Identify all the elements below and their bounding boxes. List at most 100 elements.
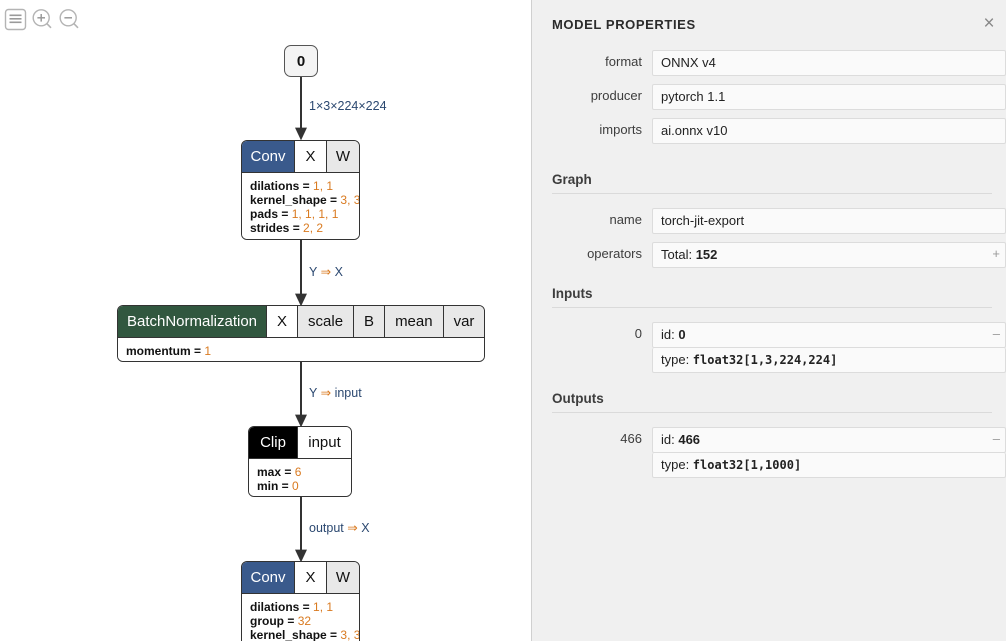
property-value-wrap: torch-jit-export [652,208,1006,234]
edge-arrow-icon: ⇒ [320,265,332,279]
node-input-mean[interactable]: mean [384,306,443,337]
output-id: 466 [678,432,701,447]
property-value[interactable]: pytorch 1.1 [652,84,1006,110]
zoom-out-icon[interactable] [58,8,81,31]
node-type-batchnormalization[interactable]: BatchNormalization [118,306,266,337]
node-input-x[interactable]: X [266,306,298,337]
collapse-icon[interactable]: – [993,326,1000,342]
property-value-wrap: pytorch 1.1 [652,84,1006,110]
node-input-b[interactable]: B [353,306,385,337]
graph-node-batchnormalization[interactable]: BatchNormalization X scale B mean var mo… [117,305,485,362]
edge-from: Y [309,265,318,279]
property-row-format: format ONNX v4 [532,50,1006,76]
node-type-conv[interactable]: Conv [242,141,294,172]
attr-key: dilations [250,179,300,193]
node-attribute-row: kernel_shape = 3, 3 [250,193,360,207]
attr-value: 1 [204,344,212,358]
node-header: Clip input [249,427,351,459]
property-value[interactable]: torch-jit-export [652,208,1006,234]
output-value-wrap: id: 466 – type: float32[1,1000] [652,427,1006,478]
attr-value: 1, 1 [313,600,334,614]
operators-total: 152 [695,247,718,262]
attr-key: max [257,465,282,479]
property-value-wrap: ai.onnx v10 [652,118,1006,144]
input-index: 0 [634,326,642,341]
graph-node-clip[interactable]: Clip input max = 6 min = 0 [248,426,352,497]
edge-arrow-icon: ⇒ [347,521,358,535]
graph-node-input-label: 0 [296,52,306,70]
property-label: producer [590,88,642,103]
operators-prefix: Total: [661,247,696,262]
attr-key: kernel_shape [250,193,327,207]
attr-key: group [250,614,284,628]
property-row-imports: imports ai.onnx v10 [532,118,1006,144]
attr-value: 3, 3 [340,628,360,641]
output-type-value[interactable]: type: float32[1,1000] [652,453,1006,478]
node-input-w[interactable]: W [326,562,359,593]
property-row-operators: operators Total: 152 + [532,242,1006,268]
expand-icon[interactable]: + [992,246,1000,262]
node-type-conv[interactable]: Conv [242,562,294,593]
attr-key: min [257,479,279,493]
input-id-value[interactable]: id: 0 – [652,322,1006,348]
property-value[interactable]: Total: 152 + [652,242,1006,268]
node-input-x[interactable]: X [294,141,326,172]
attr-key: momentum [126,344,191,358]
graph-properties-group: name torch-jit-export operators Total: 1… [532,208,1006,268]
node-attribute-row: momentum = 1 [126,344,212,358]
sidebar-header: MODEL PROPERTIES × [532,0,1006,50]
node-type-clip[interactable]: Clip [249,427,297,458]
menu-icon[interactable] [4,8,27,31]
property-label: imports [599,122,642,137]
node-input-var[interactable]: var [442,306,484,337]
node-input-w[interactable]: W [326,141,359,172]
output-id-value[interactable]: id: 466 – [652,427,1006,453]
output-row-0: 466 id: 466 – type: float32[1,1000] [532,427,1006,478]
attr-key: pads [250,207,279,221]
model-properties-group: format ONNX v4 producer pytorch 1.1 impo… [532,50,1006,144]
attr-key: dilations [250,600,300,614]
graph-canvas[interactable]: 0 1×3×224×224 Conv X W dilations = 1, 1 … [0,0,531,641]
graph-node-conv-1[interactable]: Conv X W dilations = 1, 1 kernel_shape =… [241,140,360,240]
edge-to: input [334,386,362,400]
node-attributes: max = 6 min = 0 [249,459,351,496]
node-attribute-row: kernel_shape = 3, 3 [250,628,360,641]
input-type-value[interactable]: type: float32[1,3,224,224] [652,348,1006,373]
node-attributes: momentum = 1 [118,338,484,361]
input-id-prefix: id: [661,327,679,342]
node-header: BatchNormalization X scale B mean var [118,306,484,338]
property-value[interactable]: ONNX v4 [652,50,1006,76]
attr-key: strides [250,221,290,235]
edge-label-shape-text: 1×3×224×224 [309,99,387,113]
property-value[interactable]: ai.onnx v10 [652,118,1006,144]
edge-to: X [361,521,370,535]
edge-from: output [309,521,344,535]
attr-value: 1, 1 [313,179,334,193]
node-input-x[interactable]: X [294,562,326,593]
node-attribute-row: min = 0 [257,479,299,493]
page-title: MODEL PROPERTIES [552,17,696,32]
node-attribute-row: strides = 2, 2 [250,221,324,235]
graph-node-conv-2[interactable]: Conv X W dilations = 1, 1 group = 32 ker… [241,561,360,641]
edge-label-output-x: output ⇒ X [309,520,370,535]
property-value-wrap: Total: 152 + [652,242,1006,268]
property-row-name: name torch-jit-export [532,208,1006,234]
input-type-prefix: type: [661,352,693,367]
edge-label-shape: 1×3×224×224 [309,99,387,113]
node-attribute-row: dilations = 1, 1 [250,600,334,614]
node-input-input[interactable]: input [297,427,351,458]
zoom-in-icon[interactable] [31,8,54,31]
edge-label-y-x: Y ⇒ X [309,264,343,279]
close-icon[interactable]: × [978,13,1000,35]
node-attributes: dilations = 1, 1 kernel_shape = 3, 3 pad… [242,173,360,239]
output-id-prefix: id: [661,432,679,447]
node-attribute-row: pads = 1, 1, 1, 1 [250,207,339,221]
edge-label-y-input: Y ⇒ input [309,385,362,400]
graph-node-input-0[interactable]: 0 [284,45,318,77]
netron-app: 0 1×3×224×224 Conv X W dilations = 1, 1 … [0,0,1006,641]
model-properties-sidebar: MODEL PROPERTIES × format ONNX v4 produc… [531,0,1006,641]
collapse-icon[interactable]: – [993,431,1000,447]
attr-value: 2, 2 [303,221,324,235]
output-type: float32[1,1000] [692,458,802,472]
node-input-scale[interactable]: scale [297,306,354,337]
